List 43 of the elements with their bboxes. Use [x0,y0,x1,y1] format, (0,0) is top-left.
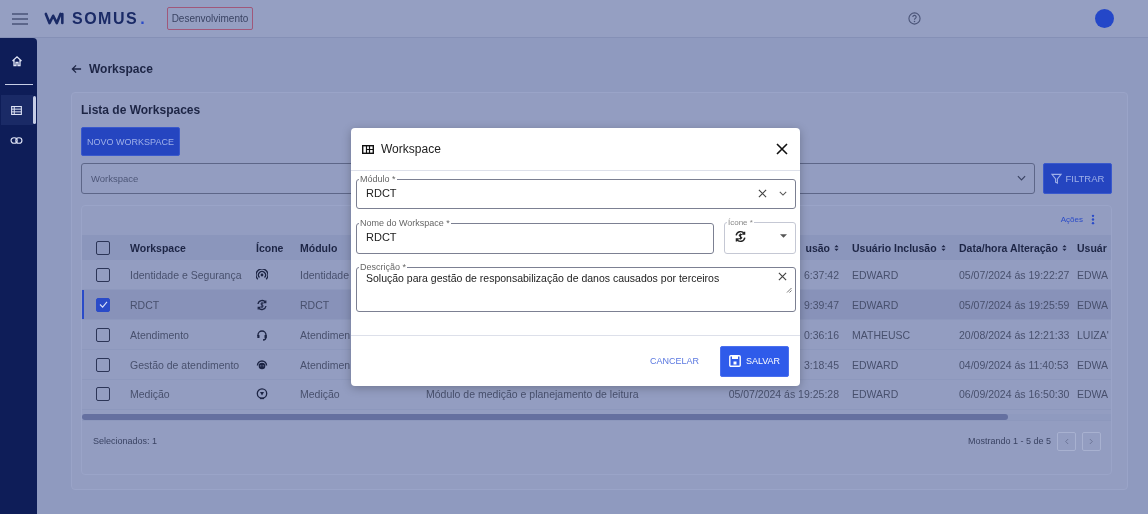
logo-text: SOMUS [72,9,139,28]
logo-dot: . [140,9,145,28]
table-cell: 0:36:16 [803,328,839,341]
table-cell: 05/07/2024 ás 19:25:28 [728,388,839,401]
card-title: Lista de Workspaces [81,103,202,117]
table-cell: MATHEUSC [852,328,911,341]
table-cell: EDWARD [852,388,899,401]
table-cell: 20/08/2024 ás 12:21:33 [959,328,1070,341]
table-cell: Atendimen [300,358,351,371]
table-cell: RDCT [130,298,160,311]
column-header: Ícone [256,241,284,254]
table-cell: LUIZA' [1077,328,1109,341]
table-cell: EDWA [1077,388,1109,401]
table-cell: 05/07/2024 ás 19:25:59 [959,298,1070,311]
table-cell: Atendimento [130,328,189,341]
table-cell: 06/09/2024 ás 16:50:30 [959,388,1070,401]
table-cell: RDCT [300,298,330,311]
table-cell: 6:37:42 [803,268,839,281]
table-cell: 05/07/2024 ás 19:22:27 [959,268,1070,281]
table-cell: EDWARD [852,358,899,371]
table-cell: Medição [130,388,170,401]
environment-badge: Desenvolvimento [166,7,254,30]
table-cell: Gestão de atendimento [130,358,240,371]
table-cell: EDWA [1077,358,1109,371]
table-cell: EDWARD [852,268,899,281]
table-cell: Módulo de medição e planejamento de leitura [426,388,639,401]
column-header: Workspace [130,241,186,254]
table-cell: EDWARD [852,298,899,311]
table-cell: Identidade e Segurança [130,268,242,281]
table-cell: Identidade [300,268,350,281]
selected-count: Selecionados: 1 [93,436,158,447]
column-header: Usuár [1077,241,1107,254]
table-cell: EDWA [1077,298,1109,311]
table-cell: EDWA [1077,268,1109,281]
dialog-title: Workspace [381,142,441,156]
table-cell: 04/09/2024 ás 11:40:53 [959,358,1069,371]
pagination-info: Mostrando 1 - 5 de 5 [967,436,1051,447]
table-cell: Medição [300,388,340,401]
table-cell: 3:18:45 [803,358,839,371]
table-cell: Atendimen [300,328,351,341]
page-title: Workspace [89,62,153,76]
column-header: Módulo [300,241,338,254]
table-cell: 9:39:47 [803,298,839,311]
